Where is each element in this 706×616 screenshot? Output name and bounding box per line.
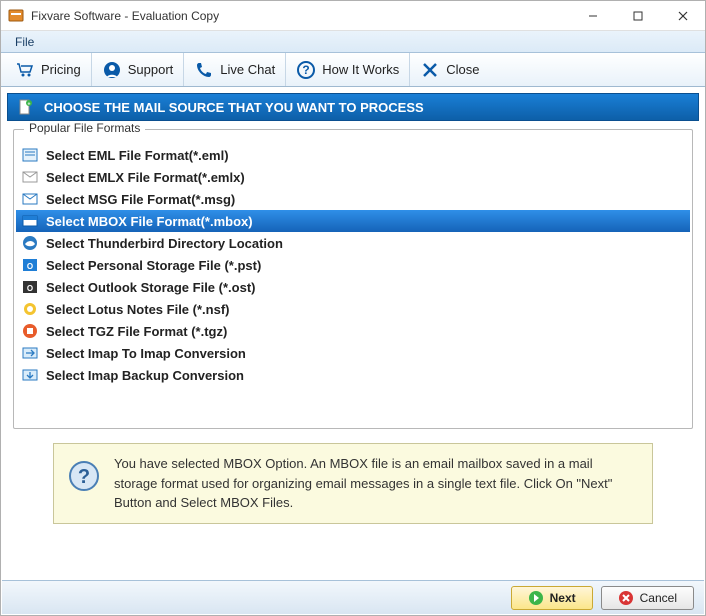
formats-groupbox: Popular File Formats Select EML File For…: [13, 129, 693, 429]
tgz-icon: [22, 323, 38, 339]
format-item-label: Select Personal Storage File (*.pst): [46, 258, 261, 273]
format-item-label: Select MBOX File Format(*.mbox): [46, 214, 253, 229]
format-item-lotus[interactable]: Select Lotus Notes File (*.nsf): [16, 298, 690, 320]
format-item-label: Select Thunderbird Directory Location: [46, 236, 283, 251]
info-message: You have selected MBOX Option. An MBOX f…: [114, 454, 638, 513]
question-icon: ?: [296, 60, 316, 80]
format-item-eml[interactable]: Select EML File Format(*.eml): [16, 144, 690, 166]
menubar: File: [1, 31, 705, 53]
cancel-button-label: Cancel: [640, 591, 677, 605]
format-item-label: Select Imap To Imap Conversion: [46, 346, 246, 361]
mbox-icon: [22, 213, 38, 229]
section-header: + CHOOSE THE MAIL SOURCE THAT YOU WANT T…: [7, 93, 699, 121]
next-button[interactable]: Next: [511, 586, 593, 610]
eml-icon: [22, 147, 38, 163]
toolbar-pricing[interactable]: Pricing: [5, 53, 92, 86]
cancel-icon: [618, 590, 634, 606]
format-item-label: Select Lotus Notes File (*.nsf): [46, 302, 229, 317]
format-item-msg[interactable]: Select MSG File Format(*.msg): [16, 188, 690, 210]
format-item-imap[interactable]: Select Imap To Imap Conversion: [16, 342, 690, 364]
toolbar-pricing-label: Pricing: [41, 62, 81, 77]
format-item-thunderbird[interactable]: Select Thunderbird Directory Location: [16, 232, 690, 254]
format-item-pst[interactable]: O Select Personal Storage File (*.pst): [16, 254, 690, 276]
toolbar-howitworks-label: How It Works: [322, 62, 399, 77]
lotus-icon: [22, 301, 38, 317]
app-icon: [7, 7, 25, 25]
format-item-label: Select EML File Format(*.eml): [46, 148, 229, 163]
emlx-icon: [22, 169, 38, 185]
minimize-button[interactable]: [570, 1, 615, 31]
cart-icon: [15, 60, 35, 80]
thunderbird-icon: [22, 235, 38, 251]
next-button-label: Next: [550, 591, 576, 605]
bottom-bar: Next Cancel: [2, 580, 704, 614]
section-header-text: CHOOSE THE MAIL SOURCE THAT YOU WANT TO …: [44, 100, 424, 115]
format-item-label: Select EMLX File Format(*.emlx): [46, 170, 245, 185]
imap-backup-icon: [22, 367, 38, 383]
toolbar-close[interactable]: Close: [410, 53, 489, 86]
document-icon: +: [16, 98, 34, 116]
format-item-tgz[interactable]: Select TGZ File Format (*.tgz): [16, 320, 690, 342]
phone-icon: [194, 60, 214, 80]
menu-file[interactable]: File: [7, 33, 42, 51]
groupbox-legend: Popular File Formats: [24, 121, 145, 135]
maximize-button[interactable]: [615, 1, 660, 31]
toolbar-close-label: Close: [446, 62, 479, 77]
close-icon: [420, 60, 440, 80]
imap-icon: [22, 345, 38, 361]
toolbar-howitworks[interactable]: ? How It Works: [286, 53, 410, 86]
format-item-label: Select Outlook Storage File (*.ost): [46, 280, 255, 295]
pst-icon: O: [22, 257, 38, 273]
ost-icon: O: [22, 279, 38, 295]
format-item-label: Select MSG File Format(*.msg): [46, 192, 235, 207]
svg-text:?: ?: [303, 63, 310, 77]
format-item-ost[interactable]: O Select Outlook Storage File (*.ost): [16, 276, 690, 298]
svg-text:+: +: [28, 102, 31, 108]
titlebar: Fixvare Software - Evaluation Copy: [1, 1, 705, 31]
format-item-label: Select TGZ File Format (*.tgz): [46, 324, 227, 339]
svg-text:O: O: [27, 284, 33, 293]
format-item-label: Select Imap Backup Conversion: [46, 368, 244, 383]
window-title: Fixvare Software - Evaluation Copy: [31, 9, 570, 23]
toolbar-support-label: Support: [128, 62, 174, 77]
format-item-emlx[interactable]: Select EMLX File Format(*.emlx): [16, 166, 690, 188]
next-arrow-icon: [528, 590, 544, 606]
info-box: ? You have selected MBOX Option. An MBOX…: [53, 443, 653, 524]
format-list: Select EML File Format(*.eml) Select EMLX…: [16, 144, 690, 386]
toolbar-support[interactable]: Support: [92, 53, 185, 86]
cancel-button[interactable]: Cancel: [601, 586, 694, 610]
toolbar-livechat[interactable]: Live Chat: [184, 53, 286, 86]
msg-icon: [22, 191, 38, 207]
toolbar-livechat-label: Live Chat: [220, 62, 275, 77]
close-window-button[interactable]: [660, 1, 705, 31]
info-question-icon: ?: [68, 460, 100, 492]
format-item-mbox[interactable]: Select MBOX File Format(*.mbox): [16, 210, 690, 232]
support-icon: [102, 60, 122, 80]
svg-text:O: O: [27, 262, 33, 271]
format-item-imap-backup[interactable]: Select Imap Backup Conversion: [16, 364, 690, 386]
toolbar: Pricing Support Live Chat ? How It Works…: [1, 53, 705, 87]
svg-text:?: ?: [78, 466, 90, 488]
